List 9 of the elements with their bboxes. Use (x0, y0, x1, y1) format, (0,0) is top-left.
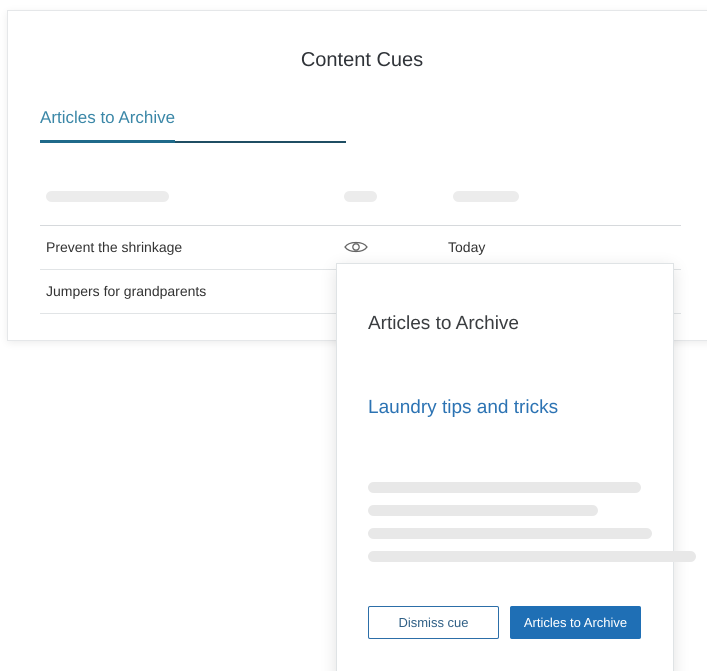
archive-button[interactable]: Articles to Archive (510, 606, 641, 639)
article-title: Prevent the shrinkage (46, 238, 184, 257)
tab[interactable]: Articles to Archive (40, 105, 176, 142)
date-label: Today (448, 238, 486, 257)
dismiss-button[interactable]: Dismiss cue (368, 606, 499, 639)
article-link[interactable]: Laundry tips and tricks (368, 396, 558, 418)
popover-heading: Articles to Archive (368, 313, 519, 334)
article-title: Jumpers for grandparents (46, 282, 208, 301)
card-title: Content Cues (300, 48, 424, 73)
